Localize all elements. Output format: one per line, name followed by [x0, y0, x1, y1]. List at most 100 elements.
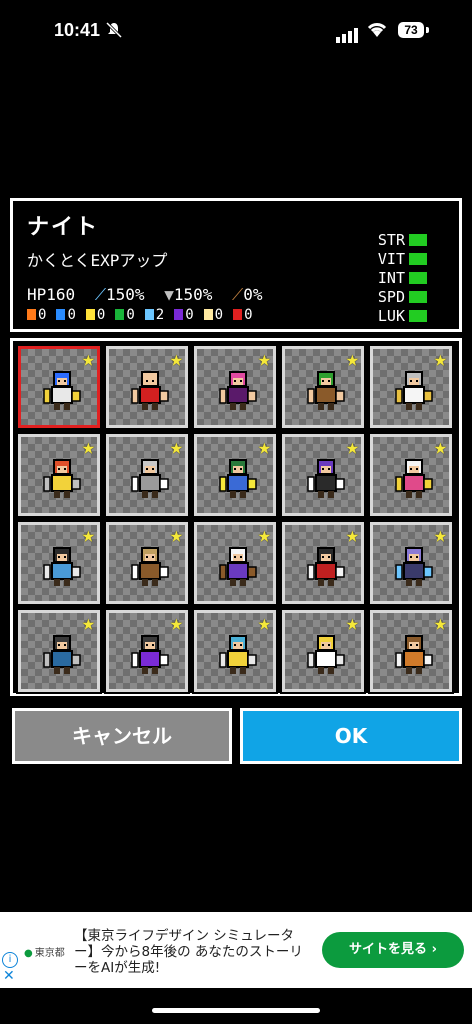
element-fire: 0 [27, 307, 46, 323]
character-slot-armored[interactable]: ★ [104, 432, 190, 518]
star-icon: ★ [81, 435, 95, 460]
ability-gauge [409, 310, 427, 322]
element-holy: 0 [233, 307, 253, 323]
ninja-sprite-icon [307, 459, 345, 498]
star-icon: ★ [257, 611, 271, 636]
knight-sprite-icon [43, 371, 81, 410]
dancer-sprite-icon [219, 371, 257, 410]
mage-sprite-icon [219, 459, 257, 498]
ability-luk: LUK [378, 307, 427, 326]
character-info-panel: ナイト かくとくEXPアップ HP160 ⟋150% ▼150% ⟋0% 000… [10, 198, 462, 332]
star-icon: ★ [433, 435, 447, 460]
character-slot-skull[interactable]: ★ [192, 520, 278, 606]
character-name: ナイト [27, 215, 100, 240]
light-icon [203, 309, 213, 320]
star-icon: ★ [169, 611, 183, 636]
star-icon: ★ [345, 435, 359, 460]
defense-stat: ▼150% [164, 285, 213, 304]
character-slot-scholar[interactable]: ★ [368, 344, 454, 430]
star-icon: ★ [345, 611, 359, 636]
warrior-sprite-icon [43, 459, 81, 498]
swordsman-sprite-icon [43, 547, 81, 586]
attack-stat: ⟋150% [94, 285, 145, 304]
water-icon [56, 309, 66, 320]
character-slot-rogue[interactable]: ★ [16, 608, 102, 694]
character-slot-knight[interactable]: ★ [16, 344, 102, 430]
ad-close-icon[interactable]: ✕ [3, 968, 15, 984]
ice-icon [144, 309, 154, 320]
character-slot-swordsman[interactable]: ★ [16, 520, 102, 606]
fencer-sprite-icon [307, 635, 345, 674]
character-grid: ★ ★ ★ ★ ★ ★ ★ ★ ★ ★ ★ ★ ★ ★ ★ ★ ★ ★ ★ ★ [16, 344, 454, 694]
element-water: 0 [56, 307, 76, 323]
character-slot-gambler[interactable]: ★ [368, 608, 454, 694]
bunny-sprite-icon [395, 459, 433, 498]
ability-gauges: STR VIT INT SPD LUK [378, 231, 427, 326]
character-slot-archer[interactable]: ★ [280, 344, 366, 430]
archer-sprite-icon [307, 371, 345, 410]
character-slot-gunner[interactable]: ★ [368, 520, 454, 606]
star-icon: ★ [81, 523, 95, 548]
fire-icon [27, 309, 36, 320]
star-icon: ★ [433, 611, 447, 636]
star-icon: ★ [169, 347, 183, 372]
character-slot-warrior[interactable]: ★ [16, 432, 102, 518]
element-ice: 2 [144, 307, 164, 323]
star-icon: ★ [345, 523, 359, 548]
beast-sprite-icon [131, 547, 169, 586]
character-slot-villager[interactable]: ★ [104, 344, 190, 430]
rogue-sprite-icon [43, 635, 81, 674]
scholar-sprite-icon [395, 371, 433, 410]
cleric-sprite-icon [219, 635, 257, 674]
hp-stat: HP160 [27, 285, 76, 304]
element-wind: 0 [115, 307, 135, 323]
ad-banner[interactable]: i ✕ 東京都 【東京ライフデザイン シミュレーター】今から8年後の あなたのス… [0, 912, 472, 988]
wind-icon [115, 309, 125, 320]
star-icon: ★ [81, 347, 95, 372]
ok-button[interactable]: OK [240, 708, 462, 764]
character-slot-dark-knight[interactable]: ★ [104, 608, 190, 694]
star-icon: ★ [257, 435, 271, 460]
element-dark: 0 [174, 307, 194, 323]
element-thunder: 0 [85, 307, 105, 323]
character-grid-panel: ★ ★ ★ ★ ★ ★ ★ ★ ★ ★ ★ ★ ★ ★ ★ ★ ★ ★ ★ ★ [10, 338, 462, 696]
wifi-icon [367, 23, 387, 37]
holy-icon [233, 309, 243, 320]
battery-icon: 73 [398, 22, 424, 38]
star-icon: ★ [433, 347, 447, 372]
armored-sprite-icon [131, 459, 169, 498]
character-slot-dancer[interactable]: ★ [192, 344, 278, 430]
ability-gauge [409, 253, 427, 265]
character-slot-ninja[interactable]: ★ [280, 432, 366, 518]
character-slot-fencer[interactable]: ★ [280, 608, 366, 694]
battery-tip [426, 27, 429, 33]
ability-vit: VIT [378, 250, 427, 269]
ad-info-icon[interactable]: i [2, 952, 18, 968]
vampire-sprite-icon [307, 547, 345, 586]
cancel-button[interactable]: キャンセル [12, 708, 232, 764]
ability-int: INT [378, 269, 427, 288]
ad-advertiser: 東京都 [24, 944, 65, 959]
home-indicator[interactable] [152, 1008, 320, 1013]
character-slot-mage[interactable]: ★ [192, 432, 278, 518]
character-slot-beast[interactable]: ★ [104, 520, 190, 606]
sword-icon: ⟋ [94, 285, 107, 304]
character-slot-bunny[interactable]: ★ [368, 432, 454, 518]
dark-knight-sprite-icon [131, 635, 169, 674]
gunner-sprite-icon [395, 547, 433, 586]
star-icon: ★ [169, 523, 183, 548]
ability-spd: SPD [378, 288, 427, 307]
star-icon: ★ [81, 611, 95, 636]
status-bar: 10:41 73 [0, 0, 472, 62]
bow-icon: ⟋ [232, 285, 244, 304]
character-slot-vampire[interactable]: ★ [280, 520, 366, 606]
star-icon: ★ [345, 347, 359, 372]
star-icon: ★ [433, 523, 447, 548]
element-light: 0 [203, 307, 223, 323]
star-icon: ★ [257, 347, 271, 372]
ad-cta-button[interactable]: サイトを見る › [322, 932, 464, 968]
ad-text: 【東京ライフデザイン シミュレーター】今から8年後の あなたのストーリーをAIが… [74, 928, 303, 976]
element-line: 00002000 [27, 307, 263, 323]
ability-gauge [409, 291, 427, 303]
character-slot-cleric[interactable]: ★ [192, 608, 278, 694]
